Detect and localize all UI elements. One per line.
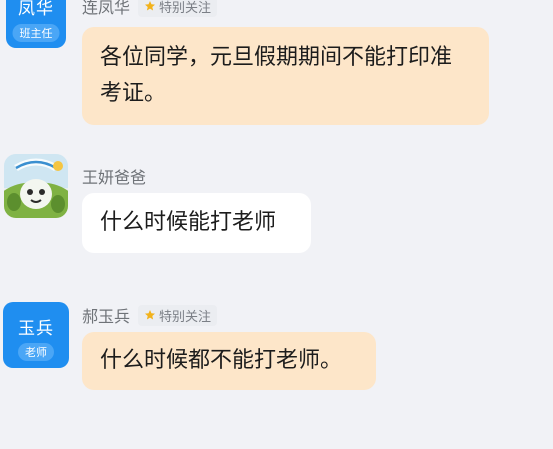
avatar-role-tag: 班主任 (12, 24, 60, 42)
star-icon (145, 1, 156, 11)
sender-avatar[interactable]: 凤华 班主任 (6, 0, 66, 48)
sender-row: 郝玉兵 特别关注 (82, 303, 218, 327)
star-icon (145, 310, 156, 320)
special-follow-badge: 特别关注 (138, 304, 218, 326)
message-bubble[interactable]: 各位同学，元旦假期期间不能打印准考证。 (82, 27, 489, 125)
photo-avatar-icon[interactable] (4, 154, 68, 218)
chat-message: 凤华 班主任 连凤华 特别关注 各位同学，元旦假期期间不能打印准考证。 (0, 0, 553, 140)
sender-name[interactable]: 连凤华 (82, 0, 130, 18)
badge-label: 特别关注 (159, 0, 212, 16)
message-text: 各位同学，元旦假期期间不能打印准考证。 (100, 45, 453, 106)
badge-label: 特别关注 (159, 309, 212, 325)
sender-name[interactable]: 郝玉兵 (82, 303, 130, 327)
message-bubble[interactable]: 什么时候能打老师 (82, 193, 311, 253)
avatar-role-tag: 老师 (18, 343, 54, 361)
avatar-name: 凤华 (18, 0, 54, 19)
sender-name[interactable]: 王妍爸爸 (82, 164, 146, 188)
chat-message: 玉兵 老师 郝玉兵 特别关注 什么时候都不能打老师。 (0, 270, 553, 449)
sender-avatar[interactable]: 玉兵 老师 (3, 302, 69, 368)
message-bubble[interactable]: 什么时候都不能打老师。 (82, 332, 376, 390)
cartoon-avatar-icon (4, 154, 68, 218)
chat-message: 王妍爸爸 什么时候能打老师 (0, 140, 553, 270)
sender-row: 连凤华 特别关注 (82, 0, 218, 18)
avatar-name: 玉兵 (18, 319, 54, 339)
special-follow-badge: 特别关注 (138, 0, 218, 17)
message-text: 什么时候能打老师 (100, 210, 277, 235)
message-text: 什么时候都不能打老师。 (100, 348, 343, 373)
sender-row: 王妍爸爸 (82, 164, 146, 188)
